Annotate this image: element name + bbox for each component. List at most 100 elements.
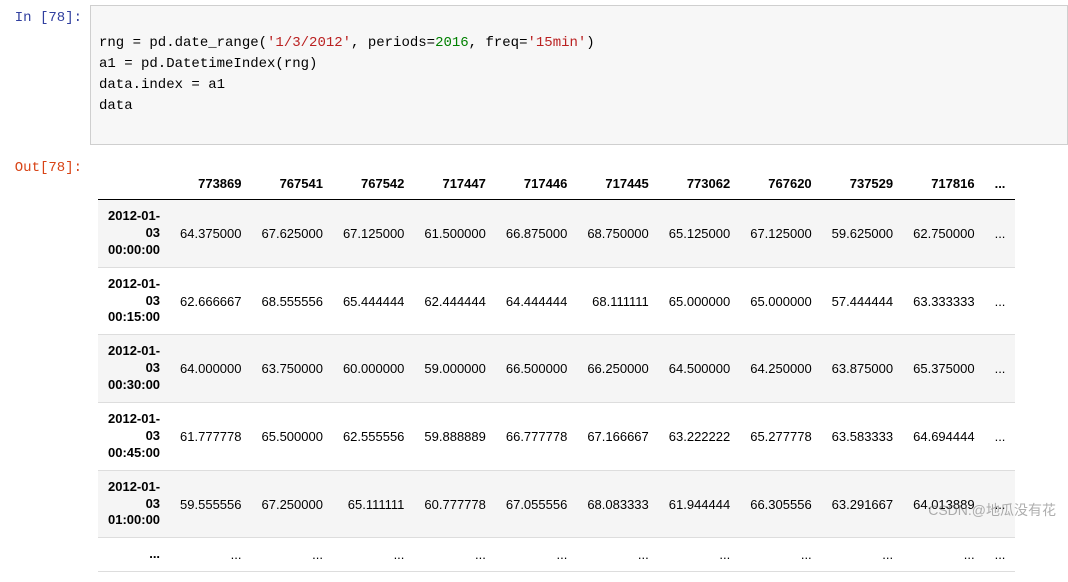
row-index: 2012-01-0300:00:00: [98, 200, 170, 268]
table-cell: 68.750000: [577, 200, 658, 268]
table-cell: 65.375000: [903, 335, 984, 403]
table-cell: 64.000000: [170, 335, 251, 403]
row-index: ...: [98, 538, 170, 572]
table-cell: 67.250000: [252, 470, 333, 538]
table-cell: ...: [577, 538, 658, 572]
col-header: 717446: [496, 168, 577, 200]
table-cell: ...: [659, 538, 740, 572]
table-cell: 65.277778: [740, 403, 821, 471]
table-cell: ...: [496, 538, 577, 572]
table-cell: 62.555556: [333, 403, 414, 471]
table-cell: 59.000000: [414, 335, 495, 403]
col-header: 737529: [822, 168, 903, 200]
table-cell: 59.555556: [170, 470, 251, 538]
table-cell: ...: [170, 538, 251, 572]
col-header: 717816: [903, 168, 984, 200]
table-cell: ...: [985, 403, 1016, 471]
table-cell: 64.500000: [659, 335, 740, 403]
table-header: 773869 767541 767542 717447 717446 71744…: [98, 168, 1015, 200]
row-index: 2012-01-0300:45:00: [98, 403, 170, 471]
table-cell: 66.305556: [740, 470, 821, 538]
table-cell: 61.944444: [659, 470, 740, 538]
table-cell: 60.777778: [414, 470, 495, 538]
table-cell: ...: [414, 538, 495, 572]
col-header: ...: [985, 168, 1016, 200]
table-cell: 65.500000: [252, 403, 333, 471]
code-line-4: data: [99, 98, 133, 114]
col-header: 773062: [659, 168, 740, 200]
dataframe-table: 773869 767541 767542 717447 717446 71744…: [98, 168, 1015, 572]
table-cell: 64.013889: [903, 470, 984, 538]
code-line-1: rng = pd.date_range('1/3/2012', periods=…: [99, 35, 595, 51]
table-row: 2012-01-0300:15:0062.66666768.55555665.4…: [98, 267, 1015, 335]
table-cell: 65.125000: [659, 200, 740, 268]
table-cell: 61.500000: [414, 200, 495, 268]
table-body: 2012-01-0300:00:0064.37500067.625000 67.1…: [98, 200, 1015, 572]
col-header: 767620: [740, 168, 821, 200]
table-cell: 65.000000: [740, 267, 821, 335]
table-cell: ...: [333, 538, 414, 572]
table-cell: 67.625000: [252, 200, 333, 268]
output-cell: Out[78]: 773869 767541 767542 717447 717…: [0, 150, 1068, 582]
col-header: 717445: [577, 168, 658, 200]
table-cell: ...: [985, 335, 1016, 403]
table-cell: ...: [252, 538, 333, 572]
table-cell: 57.444444: [822, 267, 903, 335]
table-row: ....................................: [98, 538, 1015, 572]
table-cell: 65.000000: [659, 267, 740, 335]
table-row: 2012-01-0300:30:0064.00000063.75000060.0…: [98, 335, 1015, 403]
table-cell: 60.000000: [333, 335, 414, 403]
index-header: [98, 168, 170, 200]
table-cell: 65.444444: [333, 267, 414, 335]
row-index: 2012-01-0300:30:00: [98, 335, 170, 403]
table-cell: 62.444444: [414, 267, 495, 335]
table-cell: 66.875000: [496, 200, 577, 268]
output-area: 773869 767541 767542 717447 717446 71744…: [90, 155, 1068, 577]
input-cell: In [78]: rng = pd.date_range('1/3/2012',…: [0, 0, 1068, 150]
code-line-3: data.index = a1: [99, 77, 225, 93]
table-cell: 63.875000: [822, 335, 903, 403]
table-cell: 66.777778: [496, 403, 577, 471]
table-cell: 64.375000: [170, 200, 251, 268]
table-cell: 68.111111: [577, 267, 658, 335]
table-cell: ...: [740, 538, 821, 572]
output-prompt: Out[78]:: [0, 155, 90, 577]
table-cell: ...: [985, 267, 1016, 335]
col-header: 767541: [252, 168, 333, 200]
table-cell: ...: [985, 200, 1016, 268]
table-cell: 59.888889: [414, 403, 495, 471]
table-cell: 65.111111: [333, 470, 414, 538]
table-cell: 67.166667: [577, 403, 658, 471]
col-header: 767542: [333, 168, 414, 200]
table-cell: 63.583333: [822, 403, 903, 471]
table-row: 2012-01-0300:45:0061.77777865.50000062.5…: [98, 403, 1015, 471]
table-cell: 64.250000: [740, 335, 821, 403]
col-header: 773869: [170, 168, 251, 200]
table-cell: 59.625000: [822, 200, 903, 268]
table-cell: 66.250000: [577, 335, 658, 403]
table-cell: 62.750000: [903, 200, 984, 268]
table-cell: 68.083333: [577, 470, 658, 538]
table-row: 2012-01-0300:00:0064.37500067.625000 67.1…: [98, 200, 1015, 268]
row-index: 2012-01-0300:15:00: [98, 267, 170, 335]
table-cell: 61.777778: [170, 403, 251, 471]
table-cell: 67.055556: [496, 470, 577, 538]
code-input[interactable]: rng = pd.date_range('1/3/2012', periods=…: [90, 5, 1068, 145]
table-cell: ...: [985, 538, 1016, 572]
table-cell: 64.694444: [903, 403, 984, 471]
table-cell: 62.666667: [170, 267, 251, 335]
table-cell: ...: [903, 538, 984, 572]
table-cell: 68.555556: [252, 267, 333, 335]
table-cell: 63.333333: [903, 267, 984, 335]
col-header: 717447: [414, 168, 495, 200]
table-cell: 66.500000: [496, 335, 577, 403]
table-cell: ...: [985, 470, 1016, 538]
row-index: 2012-01-0301:00:00: [98, 470, 170, 538]
code-line-2: a1 = pd.DatetimeIndex(rng): [99, 56, 317, 72]
table-cell: 67.125000: [740, 200, 821, 268]
table-cell: 63.222222: [659, 403, 740, 471]
table-row: 2012-01-0301:00:0059.55555667.25000065.1…: [98, 470, 1015, 538]
table-cell: ...: [822, 538, 903, 572]
table-cell: 63.291667: [822, 470, 903, 538]
table-cell: 63.750000: [252, 335, 333, 403]
